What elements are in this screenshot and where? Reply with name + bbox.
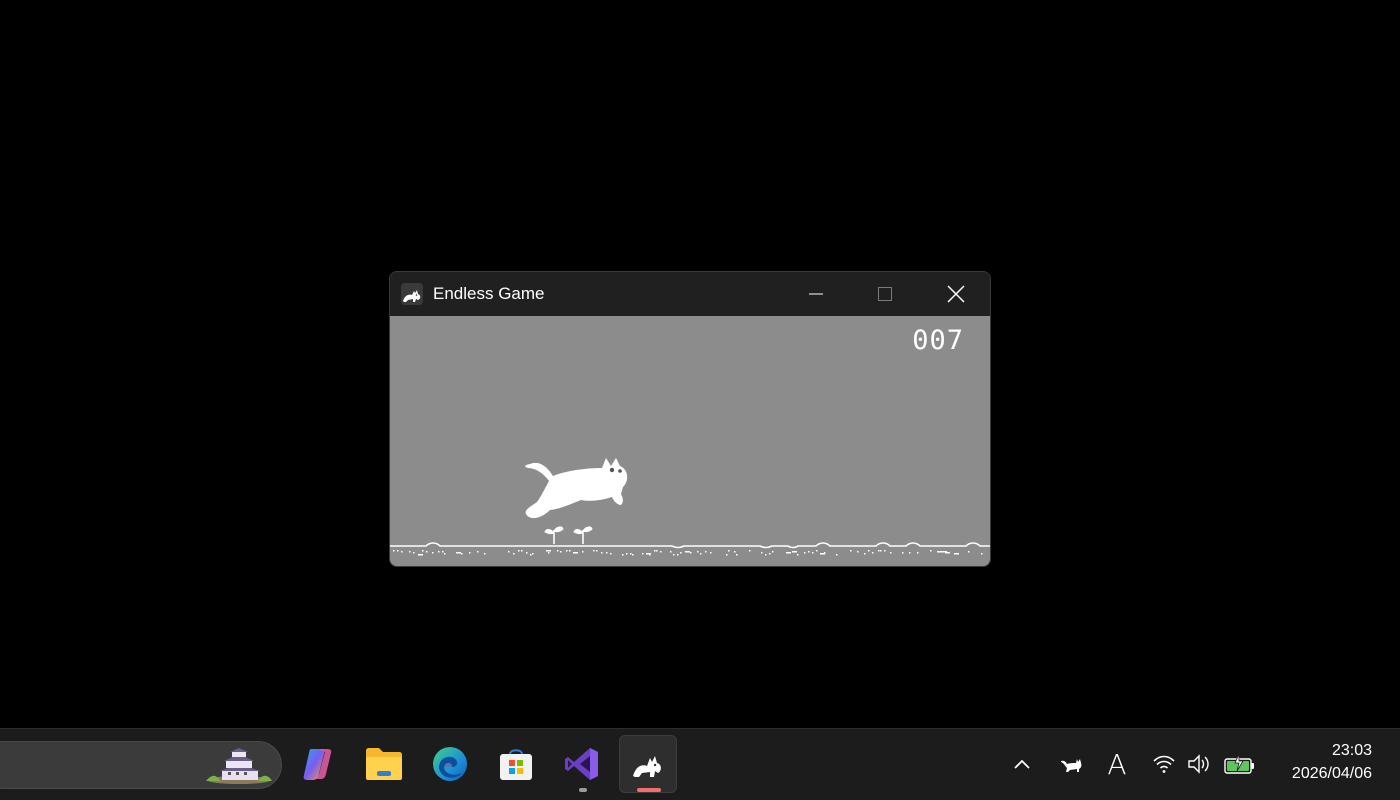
battery-charging-icon bbox=[1224, 753, 1254, 774]
cat-character bbox=[525, 458, 628, 519]
file-explorer-button[interactable] bbox=[355, 735, 413, 793]
clock-time[interactable]: 23:03 bbox=[1332, 742, 1372, 760]
endless-game-icon bbox=[633, 756, 661, 777]
cat-tray-icon bbox=[1061, 759, 1082, 772]
window-title: Endless Game bbox=[433, 284, 545, 303]
edge-icon bbox=[433, 747, 467, 781]
clock-date[interactable]: 2026/04/06 bbox=[1292, 765, 1372, 783]
file-explorer-icon bbox=[366, 748, 402, 780]
minimize-button[interactable] bbox=[793, 272, 839, 316]
app-window: Endless Game 007 bbox=[389, 271, 991, 567]
copilot-button[interactable] bbox=[289, 735, 347, 793]
microsoft-store-button[interactable] bbox=[487, 735, 545, 793]
volume-button[interactable] bbox=[1184, 748, 1216, 780]
maximize-icon bbox=[878, 287, 892, 301]
ground bbox=[390, 542, 990, 556]
visual-studio-button[interactable] bbox=[553, 735, 611, 793]
score-counter: 007 bbox=[912, 325, 964, 356]
title-bar[interactable]: Endless Game bbox=[390, 272, 990, 316]
battery-button[interactable] bbox=[1224, 748, 1256, 780]
ime-indicator-icon: A bbox=[1107, 747, 1127, 781]
minimize-icon bbox=[809, 293, 823, 295]
active-indicator bbox=[637, 788, 661, 792]
wifi-button[interactable] bbox=[1148, 748, 1180, 780]
visual-studio-icon bbox=[565, 748, 598, 780]
copilot-icon bbox=[303, 749, 332, 780]
cat-icon bbox=[400, 282, 424, 306]
volume-icon bbox=[1188, 754, 1209, 774]
cat-tray-button[interactable] bbox=[1055, 748, 1087, 780]
running-indicator bbox=[579, 788, 587, 792]
maximize-button[interactable] bbox=[862, 272, 908, 316]
close-icon bbox=[947, 285, 965, 303]
endless-game-button[interactable] bbox=[619, 735, 677, 793]
show-hidden-icons-button[interactable] bbox=[1006, 748, 1038, 780]
edge-button[interactable] bbox=[421, 735, 479, 793]
search-highlight-castle-icon bbox=[206, 748, 272, 789]
game-canvas[interactable]: 007 bbox=[390, 316, 990, 566]
wifi-icon bbox=[1153, 755, 1175, 773]
microsoft-store-icon bbox=[500, 749, 532, 780]
close-button[interactable] bbox=[933, 272, 979, 316]
sprout-obstacle bbox=[544, 526, 593, 544]
show-hidden-icons-chevron bbox=[1014, 759, 1030, 769]
ime-indicator-button[interactable]: A bbox=[1101, 747, 1133, 781]
